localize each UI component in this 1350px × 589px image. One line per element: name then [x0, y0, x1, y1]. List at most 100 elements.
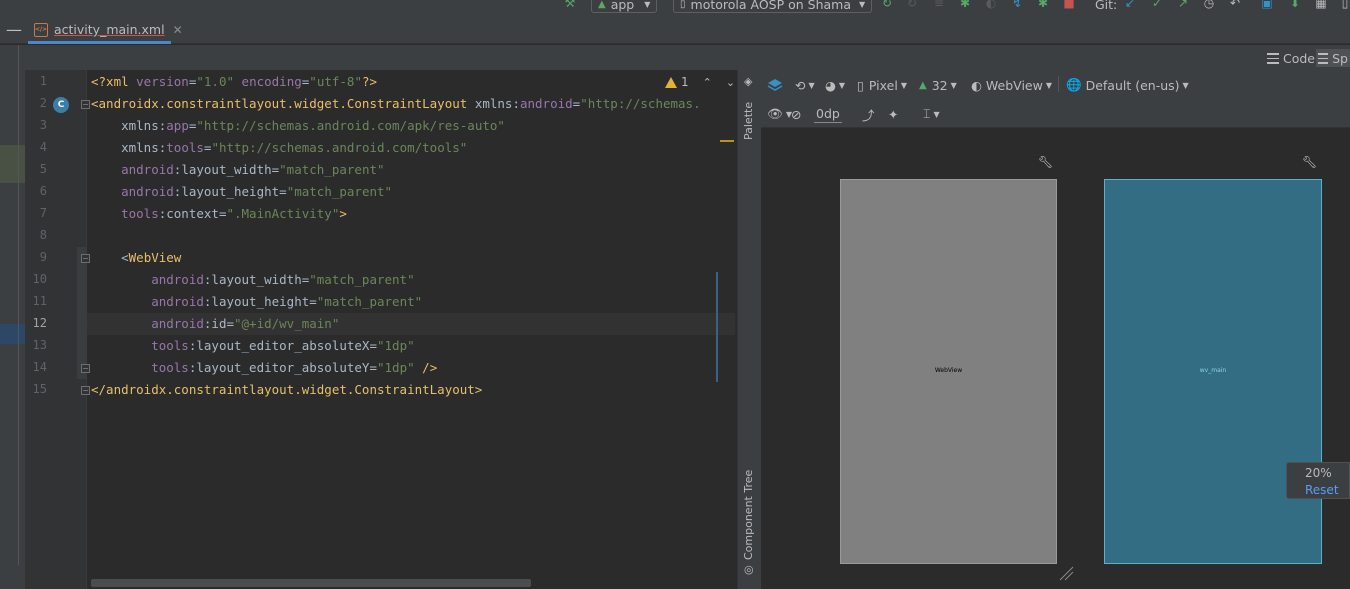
zoom-reset-link[interactable]: Reset [1305, 483, 1339, 497]
locale-label: Default (en-us) [1085, 77, 1180, 93]
line-number: 3 [39, 118, 47, 132]
apply-changes-icon[interactable]: ↻ [880, 0, 894, 10]
blueprint-preview[interactable]: wv_main [1104, 179, 1322, 564]
code-token: tools [166, 140, 204, 155]
component-tree-tab[interactable]: Component Tree [742, 470, 755, 560]
line-number: 11 [32, 294, 47, 308]
device-mirror-icon[interactable]: ▯ [1338, 0, 1350, 10]
zoom-popup: 20% Reset [1286, 462, 1350, 499]
code-token: "utf-8" [309, 74, 362, 89]
close-icon[interactable]: ✕ [173, 23, 183, 37]
fold-end-icon[interactable]: − [81, 364, 90, 373]
code-line[interactable]: tools:context=".MainActivity"> [91, 203, 347, 225]
tab-activity-main[interactable]: </> activity_main.xml ✕ [28, 18, 183, 44]
code-editor[interactable]: 1 2 3 4 5 6 7 8 9 10 11 12 13 14 15 C − − − − <?xml ve… [25, 70, 735, 589]
magnet-off-icon: ⊘ [791, 106, 802, 122]
fold-end-icon[interactable]: − [81, 386, 90, 395]
design-webview-label: WebView [934, 367, 963, 374]
phone-icon: ▯ [680, 0, 686, 10]
code-line[interactable]: android:layout_height="match_parent" [91, 181, 392, 203]
class-gutter-icon[interactable]: C [53, 97, 69, 113]
git-commit-icon[interactable]: ✓ [1150, 0, 1164, 10]
code-line[interactable]: android:layout_height="match_parent" [91, 291, 422, 313]
night-mode-button[interactable]: ◕ ▼ [825, 76, 845, 94]
code-view-button[interactable]: Code [1267, 49, 1315, 67]
indent-guide [716, 272, 718, 382]
design-canvas[interactable]: 🔧︎ 🔧︎ WebView wv_main 20% Reset [761, 129, 1350, 589]
code-line[interactable]: </androidx.constraintlayout.widget.Const… [91, 379, 482, 401]
sdk-manager-icon[interactable]: ⬇ [1288, 0, 1302, 10]
code-token: ?> [361, 74, 378, 89]
warning-stripe[interactable] [720, 140, 734, 142]
warning-count: 1 [681, 75, 689, 89]
globe-icon: 🌐 [1066, 77, 1082, 92]
line-number: 1 [39, 74, 47, 88]
view-options-button[interactable]: 👁 ▼ [767, 105, 792, 123]
code-line[interactable]: android:layout_width="match_parent" [91, 159, 385, 181]
nav-arrows-icon[interactable]: ⌃⌄ [703, 76, 735, 89]
fold-icon[interactable]: − [81, 100, 90, 109]
device-select[interactable]: ▯ Pixel ▼ [857, 76, 907, 94]
device-manager-icon[interactable]: ▦ [1314, 0, 1328, 10]
wrench-icon[interactable]: 🔧︎ [1302, 155, 1317, 169]
chevron-down-icon: ▼ [900, 80, 907, 90]
constraint-toolbar: 👁 ▼ ⊘ 0dp ⤴ ✦ ⌶ ▼ [761, 100, 1350, 128]
project-tool-strip [0, 45, 25, 589]
attach-debugger-icon[interactable]: ↯ [1010, 0, 1024, 10]
code-token: </androidx.constraintlayout.widget.Const… [91, 382, 483, 397]
attach-icon[interactable]: ✱ [1036, 0, 1050, 10]
horizontal-scrollbar[interactable] [91, 579, 531, 587]
api-level-select[interactable]: ▲ 32 ▼ [919, 76, 957, 94]
hammer-icon[interactable]: ⚒ [563, 0, 577, 10]
device-select[interactable]: ▯ motorola AOSP on Shama ▼ [673, 0, 873, 13]
code-line[interactable]: <androidx.constraintlayout.widget.Constr… [91, 93, 701, 115]
code-token: <?xml [91, 74, 137, 89]
wrench-icon[interactable]: 🔧︎ [1038, 155, 1053, 169]
stop-icon[interactable]: ■ [1062, 0, 1076, 10]
code-line[interactable]: <?xml version="1.0" encoding="utf-8"?> [91, 71, 377, 93]
layers-icon [767, 79, 783, 91]
code-line[interactable]: tools:layout_editor_absoluteY="1dp" /> [91, 357, 437, 379]
line-number: 10 [32, 272, 47, 286]
code-token: xmlns: [91, 140, 167, 155]
run-config-select[interactable]: ▲ app ▼ [591, 0, 658, 13]
split-view-icon [1318, 52, 1329, 64]
design-surface-button[interactable] [767, 76, 783, 94]
inspection-widget[interactable]: 1 ⌃⌄ [665, 75, 735, 89]
design-preview[interactable]: WebView [840, 179, 1057, 564]
orientation-button[interactable]: ⟲ ▼ [795, 76, 815, 94]
code-line[interactable]: <WebView [91, 247, 181, 269]
code-line[interactable]: xmlns:app="http://schemas.android.com/ap… [91, 115, 505, 137]
locale-select[interactable]: 🌐 Default (en-us) ▼ [1066, 76, 1189, 94]
api-label: 32 [931, 77, 948, 93]
code-token: "match_parent" [279, 162, 385, 177]
guidelines-button[interactable]: ⌶ ▼ [923, 105, 940, 123]
code-token: :id= [203, 316, 234, 331]
avd-manager-icon[interactable]: ▣ [1260, 0, 1274, 10]
git-update-icon[interactable]: ↙ [1123, 0, 1137, 10]
infer-constraints-button[interactable]: ✦ [888, 105, 898, 123]
rerun-icon[interactable]: ≡ [932, 0, 946, 10]
apply-code-changes-icon[interactable]: ↻ [905, 0, 919, 10]
profile-icon[interactable]: ◐ [984, 0, 998, 10]
default-margin-button[interactable]: 0dp [814, 105, 842, 123]
autoconnect-button[interactable]: ⊘ [791, 105, 801, 123]
debug-icon[interactable]: ✱ [958, 0, 972, 10]
split-view-button[interactable]: Sp [1316, 49, 1350, 67]
line-number: 15 [32, 382, 47, 396]
minimize-icon[interactable]: — [6, 20, 22, 39]
code-line[interactable]: xmlns:tools="http://schemas.android.com/… [91, 137, 467, 159]
history-icon[interactable]: ◷ [1202, 0, 1216, 10]
git-push-icon[interactable]: ↗ [1176, 0, 1190, 10]
fold-icon[interactable]: − [81, 254, 90, 263]
rollback-icon[interactable]: ↶ [1228, 0, 1242, 10]
palette-tab[interactable]: Palette [742, 102, 755, 140]
code-line[interactable]: tools:layout_editor_absoluteX="1dp" [91, 335, 414, 357]
clear-constraints-button[interactable]: ⤴ [862, 105, 875, 123]
view-mode-bar: Code Sp [0, 45, 1350, 70]
theme-select[interactable]: ◐ WebView ▼ [971, 76, 1052, 94]
resize-handle-icon[interactable] [1058, 565, 1074, 581]
code-line[interactable]: android:layout_width="match_parent" [91, 269, 414, 291]
code-line[interactable]: android:id="@+id/wv_main" [91, 313, 339, 335]
